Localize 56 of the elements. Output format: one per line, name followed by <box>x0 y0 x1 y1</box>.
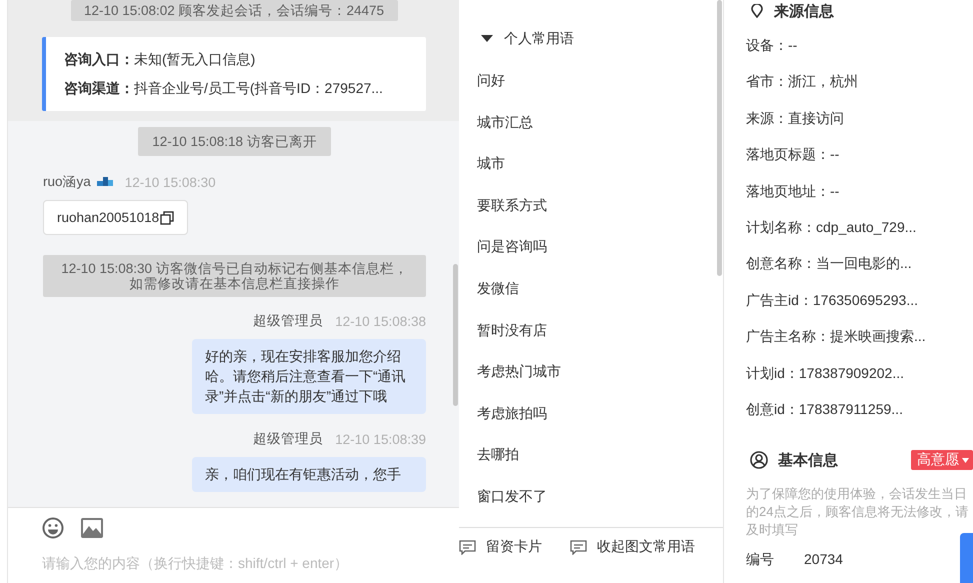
entry-info-line: 咨询入口：未知(暂无入口信息) <box>64 50 256 69</box>
source-info-line: 创意名称：当一回电影的... <box>746 254 912 274</box>
section-title: 来源信息 <box>774 2 834 20</box>
phrase-item[interactable]: 考虑旅拍吗 <box>477 402 547 424</box>
emoji-icon[interactable] <box>42 517 64 539</box>
system-notice: 12-10 15:08:30 访客微信号已自动标记右侧基本信息栏，如需修改请在基本信息栏直接操作 <box>43 255 426 297</box>
agent-name: 超级管理员 <box>253 312 324 330</box>
wechat-id-card[interactable]: ruohan20051018 <box>43 200 188 235</box>
section-title: 基本信息 <box>778 450 838 470</box>
info-note: 为了保障您的使用体验，会话发生当日的24点之后，顾客信息将无法修改，请及时填写 <box>745 485 970 540</box>
field-label: 编号 <box>746 551 774 570</box>
source-info-line: 创意id：178387911259... <box>746 400 903 419</box>
source-info-line: 来源：直接访问 <box>746 108 844 128</box>
sticker-icon <box>96 177 113 187</box>
toolbar-button[interactable]: 收起图文常用语 <box>570 538 695 556</box>
copy-icon[interactable] <box>160 210 174 224</box>
phrase-group-toggle[interactable]: 个人常用语 <box>477 28 723 50</box>
source-info-line: 落地页地址：-- <box>746 182 840 201</box>
caret-icon <box>962 458 969 463</box>
system-notice: 12-10 15:08:18 访客已离开 <box>138 127 331 156</box>
phrase-item[interactable]: 城市 <box>477 152 505 174</box>
source-info-line: 计划名称：cdp_auto_729... <box>746 218 916 237</box>
comment-icon <box>570 540 587 555</box>
source-info-line: 落地页标题：-- <box>746 145 840 164</box>
visitor-name: ruo涵ya <box>43 173 91 191</box>
source-info-line: 省市：浙江，杭州 <box>746 72 858 92</box>
user-icon <box>750 451 768 470</box>
phrase-item[interactable]: 城市汇总 <box>477 110 533 133</box>
source-info-line: 广告主id：176350695293... <box>746 290 918 310</box>
message-time: 12-10 15:08:38 <box>335 314 426 328</box>
phrase-item[interactable]: 要联系方式 <box>477 194 547 216</box>
message-bubble: 好的亲，现在安排客服加您介绍哈。请您稍后注意查看一下“通讯录”并点击“新的朋友”通过下哦 <box>192 339 426 414</box>
message-bubble: 亲，咱们现在有钜惠活动，您手 <box>192 457 426 492</box>
comment-icon <box>459 540 476 555</box>
source-info-line: 计划id：178387909202... <box>746 364 904 383</box>
message-input[interactable]: 请输入您的内容（换行快捷键：shift/ctrl + enter） <box>42 555 422 571</box>
entry-info-line: 咨询渠道：抖音企业号/员工号(抖音号ID：279527... <box>64 79 384 98</box>
phrase-item[interactable]: 考虑热门城市 <box>477 360 561 382</box>
phrase-item[interactable]: 问是咨询吗 <box>477 235 547 258</box>
caret-icon <box>481 35 493 43</box>
message-time: 12-10 15:08:39 <box>335 432 426 446</box>
agent-name: 超级管理员 <box>253 430 324 448</box>
phrase-item[interactable]: 暂时没有店 <box>477 318 547 341</box>
system-notice: 12-10 15:08:02 顾客发起会话，会话编号：24475 <box>70 0 398 21</box>
phrase-item[interactable]: 去哪拍 <box>477 443 519 466</box>
phrase-item[interactable]: 发微信 <box>477 276 519 299</box>
phrase-item[interactable]: 问好 <box>477 69 505 91</box>
source-info-line: 设备：-- <box>746 36 798 55</box>
message-time: 12-10 15:08:30 <box>124 174 216 190</box>
image-icon[interactable] <box>81 518 103 538</box>
field-value: 20734 <box>804 551 843 570</box>
location-pin-icon <box>750 4 764 18</box>
source-info-line: 广告主名称：提米映画搜索... <box>746 327 926 346</box>
phrase-item[interactable]: 窗口发不了 <box>477 484 547 507</box>
toolbar-button[interactable]: 留资卡片 <box>459 538 542 556</box>
intent-tag[interactable]: 高意愿 <box>911 450 973 470</box>
